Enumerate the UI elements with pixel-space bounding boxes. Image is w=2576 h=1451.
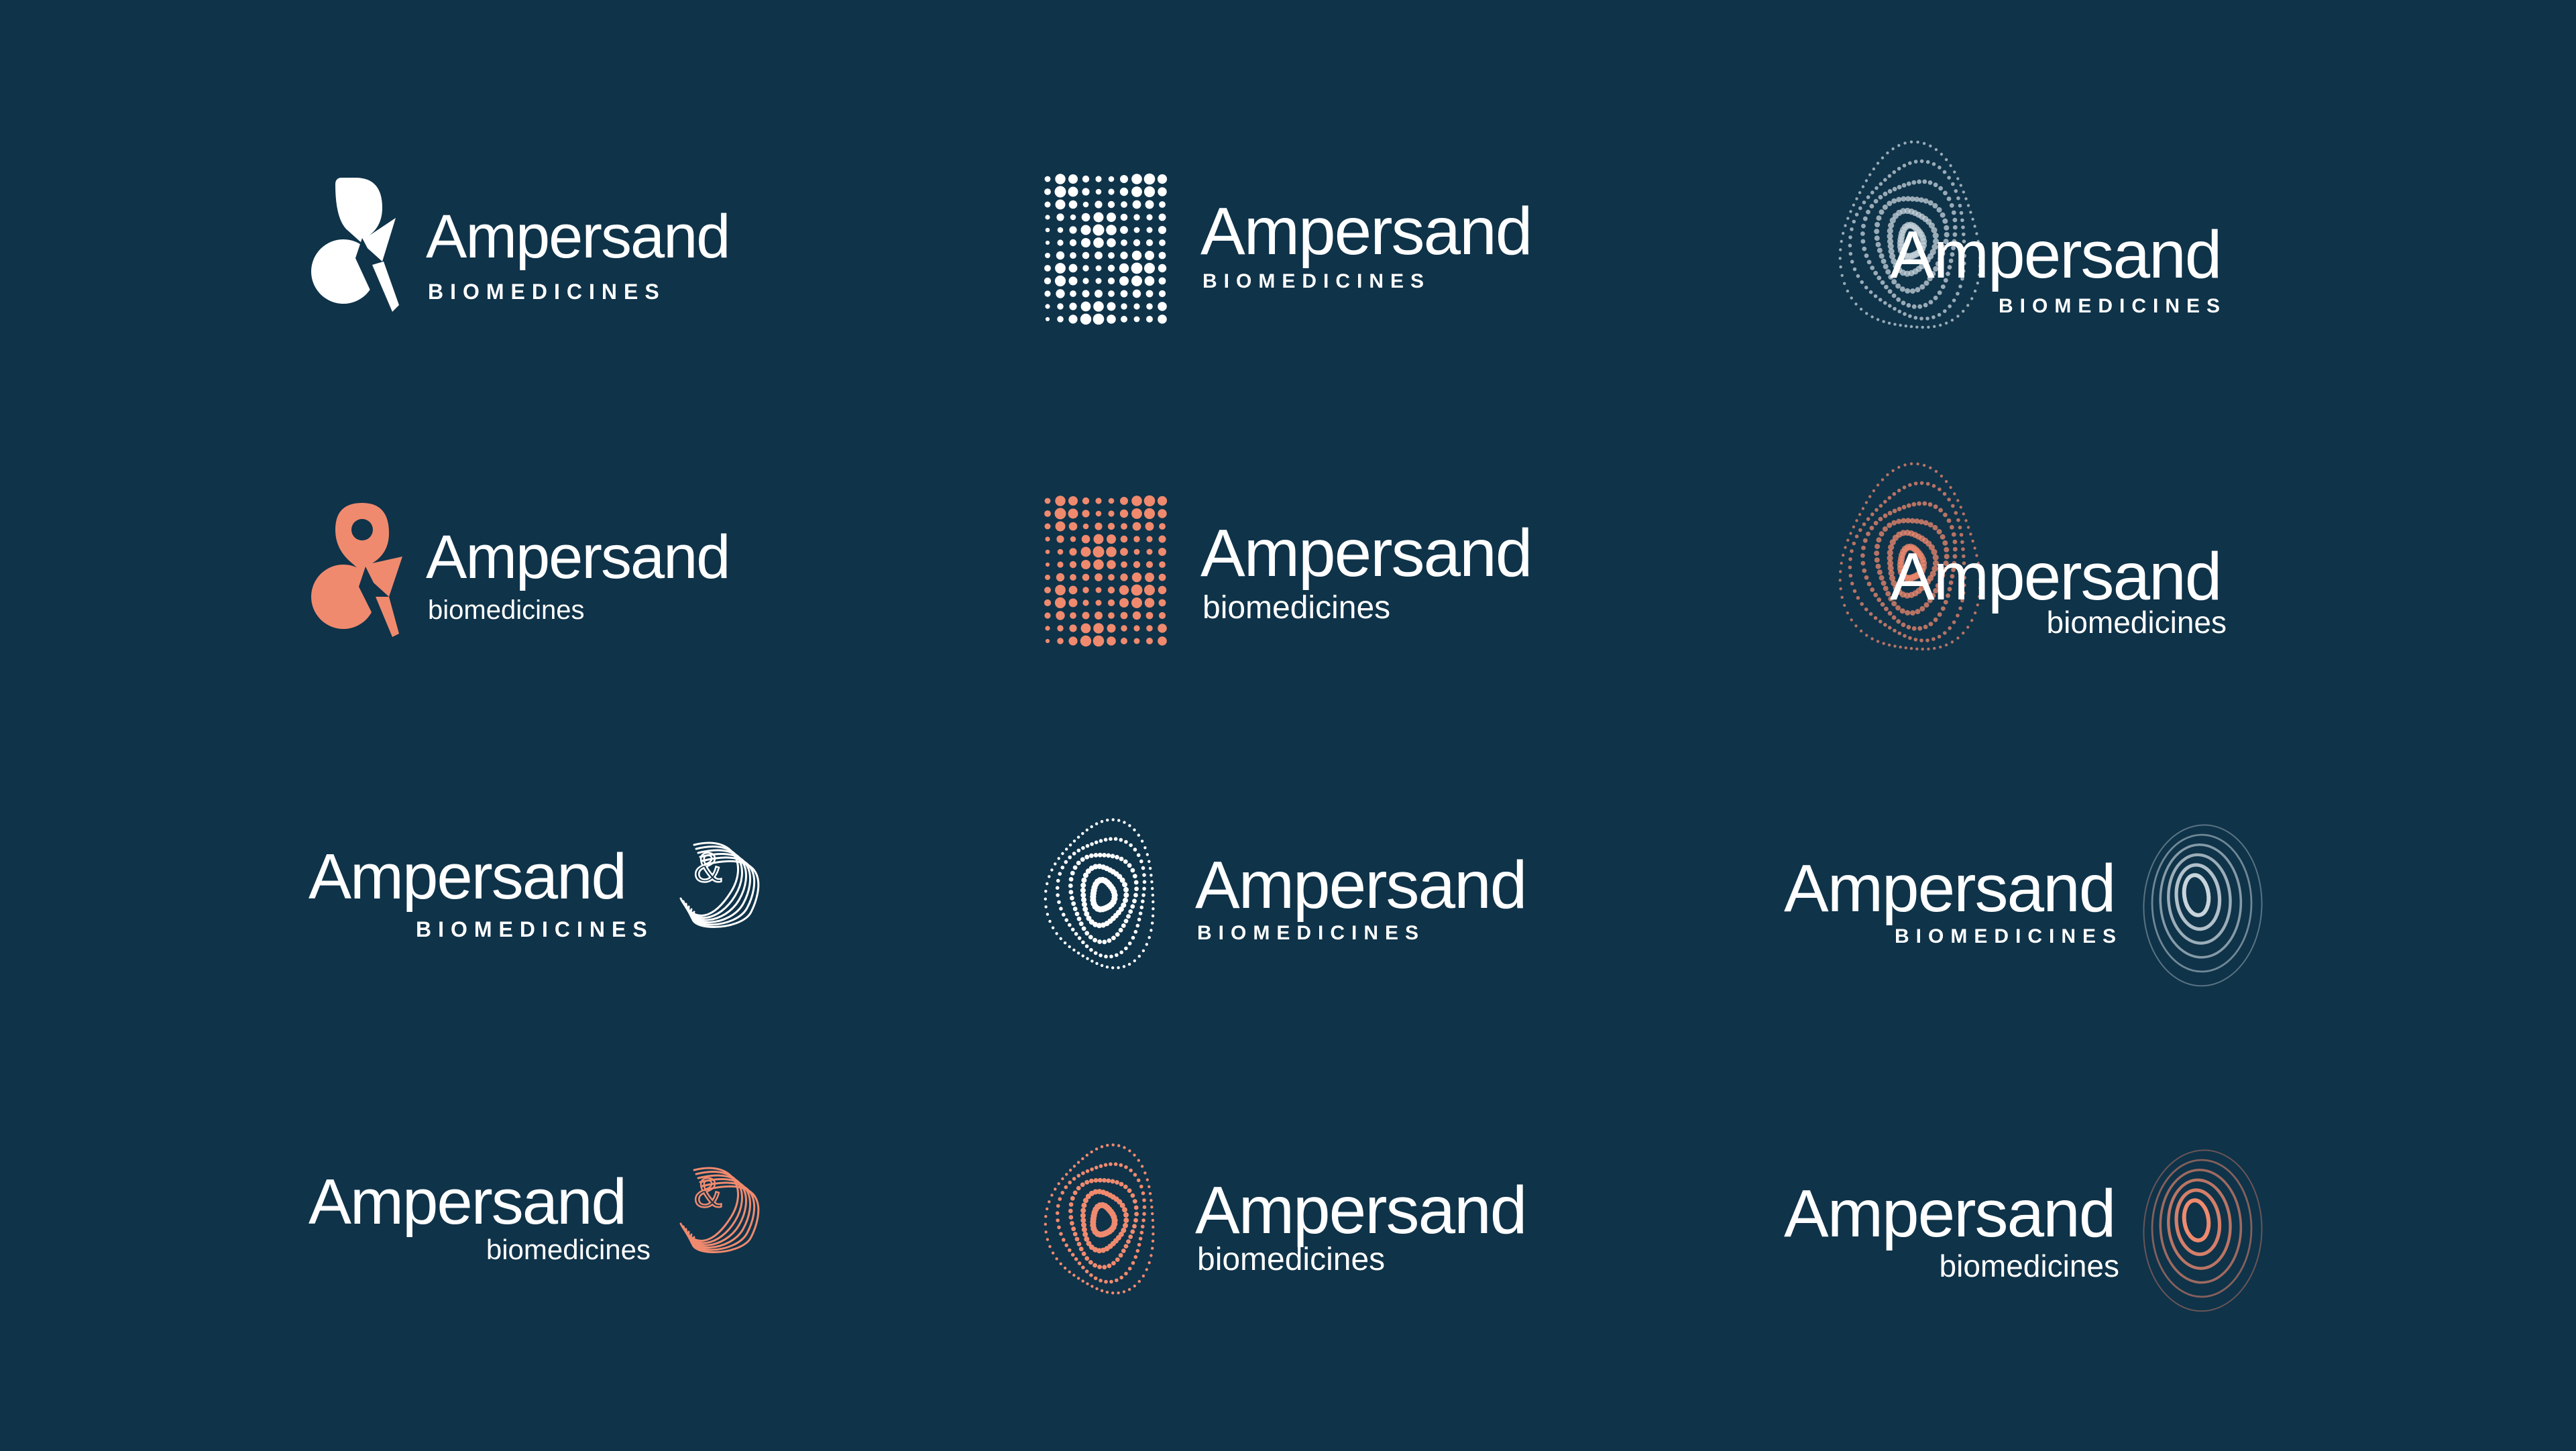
brand-wordmark: Ampersand (426, 523, 730, 591)
logo-contour-coral: Ampersand biomedicines & (309, 1157, 791, 1271)
brand-tagline: biomedicines (486, 1234, 651, 1265)
brand-tagline: BIOMEDICINES (1202, 270, 1431, 292)
gradient-rings-icon (2143, 1149, 2263, 1312)
svg-text:&: & (694, 845, 722, 891)
brand-wordmark: Ampersand (309, 1166, 627, 1238)
logo-gradient-rings-coral: Ampersand biomedicines (1784, 1137, 2280, 1312)
brand-wordmark: Ampersand (426, 202, 730, 271)
logo-fingerprint-coral: Ampersand biomedicines (1831, 462, 2247, 684)
logo-dotted-rings-coral: Ampersand biomedicines (1040, 1140, 1549, 1308)
logo-contour-white: Ampersand BIOMEDICINES & (309, 831, 791, 945)
logo-solid-white: Ampersand BIOMEDICINES (309, 178, 765, 312)
brand-tagline: biomedicines (428, 595, 585, 625)
dotted-rings-icon (1044, 1143, 1155, 1295)
brand-tagline: BIOMEDICINES (428, 280, 666, 304)
brand-wordmark: Ampersand (1784, 851, 2116, 926)
solid-ampersand-icon (311, 503, 402, 637)
brand-tagline: BIOMEDICINES (1999, 295, 2227, 317)
solid-ampersand-icon (311, 178, 399, 312)
dotted-rings-icon (1044, 818, 1155, 970)
logo-gradient-rings-white: Ampersand BIOMEDICINES (1784, 811, 2280, 987)
brand-tagline: BIOMEDICINES (416, 917, 654, 941)
logo-halftone-coral: Ampersand biomedicines (1040, 493, 1549, 654)
brand-tagline: biomedicines (2046, 605, 2227, 640)
gradient-rings-icon (2143, 824, 2263, 987)
contour-lines-icon: & (679, 841, 760, 928)
brand-wordmark: Ampersand (1195, 1173, 1527, 1248)
logo-dotted-rings-white: Ampersand BIOMEDICINES (1040, 815, 1549, 982)
brand-tagline: biomedicines (1939, 1249, 2119, 1283)
brand-wordmark: Ampersand (1890, 539, 2222, 614)
logo-variations-board: Ampersand BIOMEDICINES Ampersand BIOMEDI… (0, 0, 2576, 1451)
logo-halftone-white: Ampersand BIOMEDICINES (1040, 171, 1549, 332)
logo-solid-coral: Ampersand biomedicines (309, 496, 765, 644)
brand-wordmark: Ampersand (1195, 848, 1527, 923)
brand-tagline: biomedicines (1202, 590, 1391, 626)
svg-text:&: & (694, 1170, 722, 1216)
brand-wordmark: Ampersand (1200, 194, 1532, 269)
brand-tagline: BIOMEDICINES (1197, 922, 1426, 944)
brand-wordmark: Ampersand (1890, 217, 2222, 292)
contour-lines-icon: & (679, 1167, 760, 1253)
brand-tagline: biomedicines (1197, 1242, 1386, 1277)
brand-wordmark: Ampersand (1784, 1176, 2116, 1251)
logo-fingerprint-white: Ampersand BIOMEDICINES (1831, 140, 2247, 362)
brand-tagline: BIOMEDICINES (1895, 925, 2123, 947)
halftone-ampersand-icon (1044, 495, 1168, 647)
brand-wordmark: Ampersand (1200, 516, 1532, 591)
halftone-ampersand-icon (1044, 173, 1168, 325)
brand-wordmark: Ampersand (309, 841, 627, 913)
